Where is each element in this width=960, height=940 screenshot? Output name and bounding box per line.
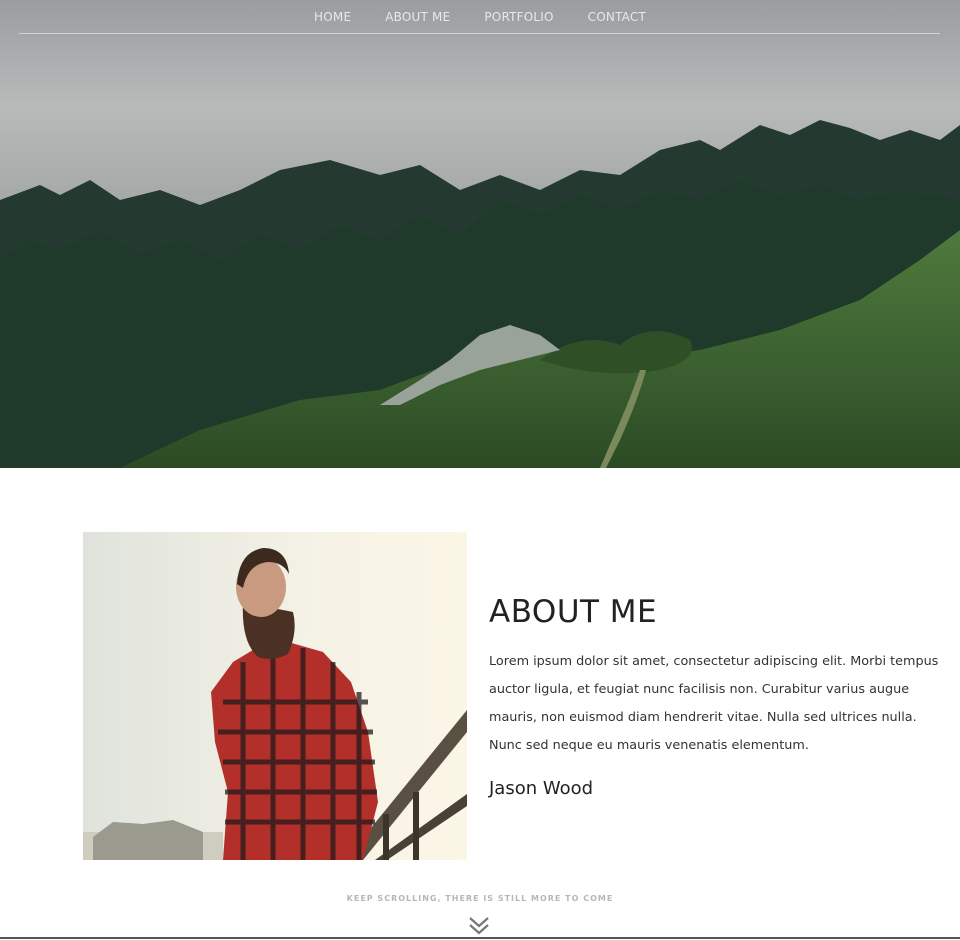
about-title: ABOUT ME <box>489 594 658 630</box>
hero-forest-image <box>0 0 960 468</box>
nav-divider <box>19 33 940 34</box>
hero-banner: HOME ABOUT ME PORTFOLIO CONTACT <box>0 0 960 468</box>
about-body: Lorem ipsum dolor sit amet, consectetur … <box>489 654 939 753</box>
nav-contact-link[interactable]: CONTACT <box>571 10 663 24</box>
main-nav: HOME ABOUT ME PORTFOLIO CONTACT <box>0 0 960 34</box>
about-name: Jason Wood <box>489 778 594 799</box>
nav-about-link[interactable]: ABOUT ME <box>368 10 467 24</box>
nav-portfolio-link[interactable]: PORTFOLIO <box>467 10 570 24</box>
scroll-hint: KEEP SCROLLING, THERE IS STILL MORE TO C… <box>346 894 614 903</box>
double-chevron-down-icon[interactable] <box>468 914 490 936</box>
nav-home-link[interactable]: HOME <box>297 10 368 24</box>
portrait-image <box>83 532 467 860</box>
